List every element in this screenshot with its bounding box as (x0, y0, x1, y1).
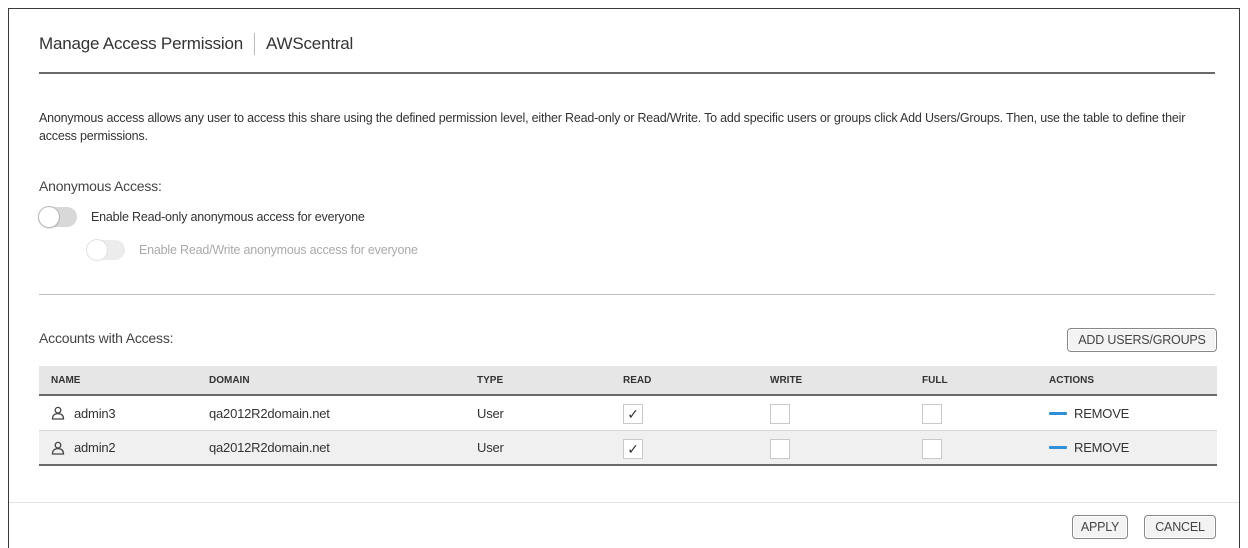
dialog-title: Manage Access Permission (39, 34, 244, 53)
title-separator (254, 33, 256, 55)
account-type: User (477, 405, 504, 421)
account-domain: qa2012R2domain.net (209, 440, 330, 455)
user-icon (51, 441, 65, 455)
write-checkbox[interactable] (770, 404, 790, 424)
table-row: admin2 qa2012R2domain.net User ✓ REMOVE (39, 431, 1217, 466)
account-name-cell: admin3 (51, 405, 116, 421)
share-name: AWScentral (266, 34, 354, 53)
header-divider (39, 72, 1215, 74)
remove-label: REMOVE (1074, 440, 1130, 455)
accounts-table: NAME DOMAIN TYPE READ WRITE FULL ACTIONS… (39, 366, 1217, 466)
account-name: admin2 (74, 440, 116, 455)
manage-access-dialog: Manage Access Permission AWScentral Anon… (8, 8, 1240, 548)
account-type: User (477, 440, 504, 455)
readonly-toggle-row: Enable Read-only anonymous access for ev… (39, 207, 365, 227)
read-checkbox[interactable]: ✓ (623, 404, 643, 424)
toggle-knob (39, 207, 59, 227)
readonly-anonymous-toggle[interactable] (39, 207, 77, 227)
accounts-title: Accounts with Access: (39, 330, 174, 346)
description-text: Anonymous access allows any user to acce… (39, 111, 1186, 143)
anonymous-access-title: Anonymous Access: (39, 178, 162, 194)
column-header-actions: ACTIONS (1049, 374, 1094, 386)
column-header-domain[interactable]: DOMAIN (209, 375, 250, 386)
user-icon (51, 406, 65, 420)
checkmark-icon: ✓ (627, 440, 639, 457)
minus-icon (1049, 411, 1067, 415)
dialog-header: Manage Access Permission AWScentral (39, 33, 353, 55)
readwrite-toggle-label: Enable Read/Write anonymous access for e… (139, 243, 418, 257)
cancel-button[interactable]: CANCEL (1144, 515, 1216, 539)
add-users-groups-button[interactable]: ADD USERS/GROUPS (1067, 328, 1217, 352)
account-name: admin3 (74, 405, 116, 421)
readwrite-anonymous-toggle (87, 240, 125, 260)
readwrite-toggle-row: Enable Read/Write anonymous access for e… (87, 240, 418, 260)
column-header-read[interactable]: READ (623, 375, 651, 386)
column-header-type[interactable]: TYPE (477, 375, 503, 386)
account-domain: qa2012R2domain.net (209, 405, 330, 421)
toggle-knob (87, 240, 107, 260)
remove-button[interactable]: REMOVE (1049, 440, 1129, 455)
account-name-cell: admin2 (51, 440, 116, 455)
remove-button[interactable]: REMOVE (1049, 406, 1129, 421)
read-checkbox[interactable]: ✓ (623, 439, 643, 459)
readonly-toggle-label: Enable Read-only anonymous access for ev… (91, 210, 365, 224)
checkmark-icon: ✓ (627, 405, 639, 422)
apply-button[interactable]: APPLY (1072, 515, 1128, 539)
remove-label: REMOVE (1074, 405, 1130, 421)
column-header-full[interactable]: FULL (922, 375, 948, 386)
full-checkbox[interactable] (922, 404, 942, 424)
full-checkbox[interactable] (922, 439, 942, 459)
minus-icon (1049, 446, 1067, 449)
table-row: admin3 qa2012R2domain.net User ✓ REMOVE (39, 396, 1217, 431)
column-header-write[interactable]: WRITE (770, 375, 802, 386)
column-header-name[interactable]: NAME (51, 375, 80, 386)
footer-divider (9, 502, 1239, 503)
section-divider (39, 294, 1215, 295)
write-checkbox[interactable] (770, 439, 790, 459)
table-header: NAME DOMAIN TYPE READ WRITE FULL ACTIONS (39, 366, 1217, 396)
